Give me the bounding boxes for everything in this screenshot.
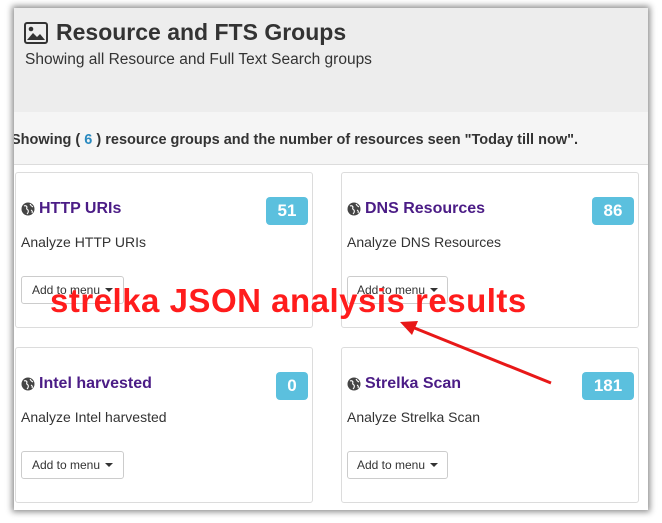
add-to-menu-label: Add to menu	[31, 458, 101, 472]
info-suffix: ) resource groups and the number of reso…	[96, 132, 579, 148]
annotation-text: strelka JSON analysis results	[50, 282, 527, 319]
page-subtitle: Showing all Resource and Full Text Searc…	[25, 51, 372, 68]
resource-count-badge: 181	[582, 372, 634, 400]
resource-count-badge: 86	[592, 197, 634, 225]
resource-count-badge: 51	[266, 197, 308, 225]
card-title[interactable]: HTTP URIs	[21, 200, 121, 218]
info-bar: Showing ( 6 ) resource groups and the nu…	[14, 112, 648, 165]
card-description: Analyze DNS Resources	[347, 234, 502, 250]
add-to-menu-button[interactable]: Add to menu	[21, 451, 124, 479]
caret-down-icon	[430, 463, 439, 467]
card-name-link[interactable]: Intel harvested	[39, 375, 152, 393]
globe-icon	[21, 202, 35, 216]
card-title[interactable]: Intel harvested	[21, 375, 152, 393]
card-title[interactable]: DNS Resources	[347, 200, 485, 218]
card-description: Analyze Intel harvested	[21, 409, 167, 425]
globe-icon	[347, 202, 361, 216]
card-name-link[interactable]: Strelka Scan	[365, 375, 461, 393]
resource-count-badge: 0	[276, 372, 308, 400]
page-frame: Resource and FTS Groups Showing all Reso…	[14, 8, 648, 510]
page-title: Resource and FTS Groups	[56, 19, 347, 45]
globe-icon	[347, 377, 361, 391]
card-name-link[interactable]: DNS Resources	[365, 200, 485, 218]
group-card-strelka-scan: Strelka Scan 181 Analyze Strelka Scan Ad…	[341, 347, 639, 503]
card-description: Analyze HTTP URIs	[21, 234, 146, 250]
card-name-link[interactable]: HTTP URIs	[39, 200, 121, 218]
add-to-menu-button[interactable]: Add to menu	[347, 451, 448, 479]
caret-down-icon	[105, 463, 114, 467]
card-title[interactable]: Strelka Scan	[347, 375, 461, 393]
group-count: 6	[84, 132, 93, 148]
page-header: Resource and FTS Groups Showing all Reso…	[14, 8, 648, 113]
info-prefix: Showing (	[14, 132, 81, 148]
card-description: Analyze Strelka Scan	[347, 409, 481, 425]
title-row: Resource and FTS Groups	[24, 19, 346, 46]
image-icon	[24, 21, 48, 44]
globe-icon	[21, 377, 35, 391]
add-to-menu-label: Add to menu	[356, 458, 426, 472]
group-card-intel-harvested: Intel harvested 0 Analyze Intel harveste…	[15, 347, 313, 503]
info-text: Showing ( 6 ) resource groups and the nu…	[14, 132, 578, 148]
